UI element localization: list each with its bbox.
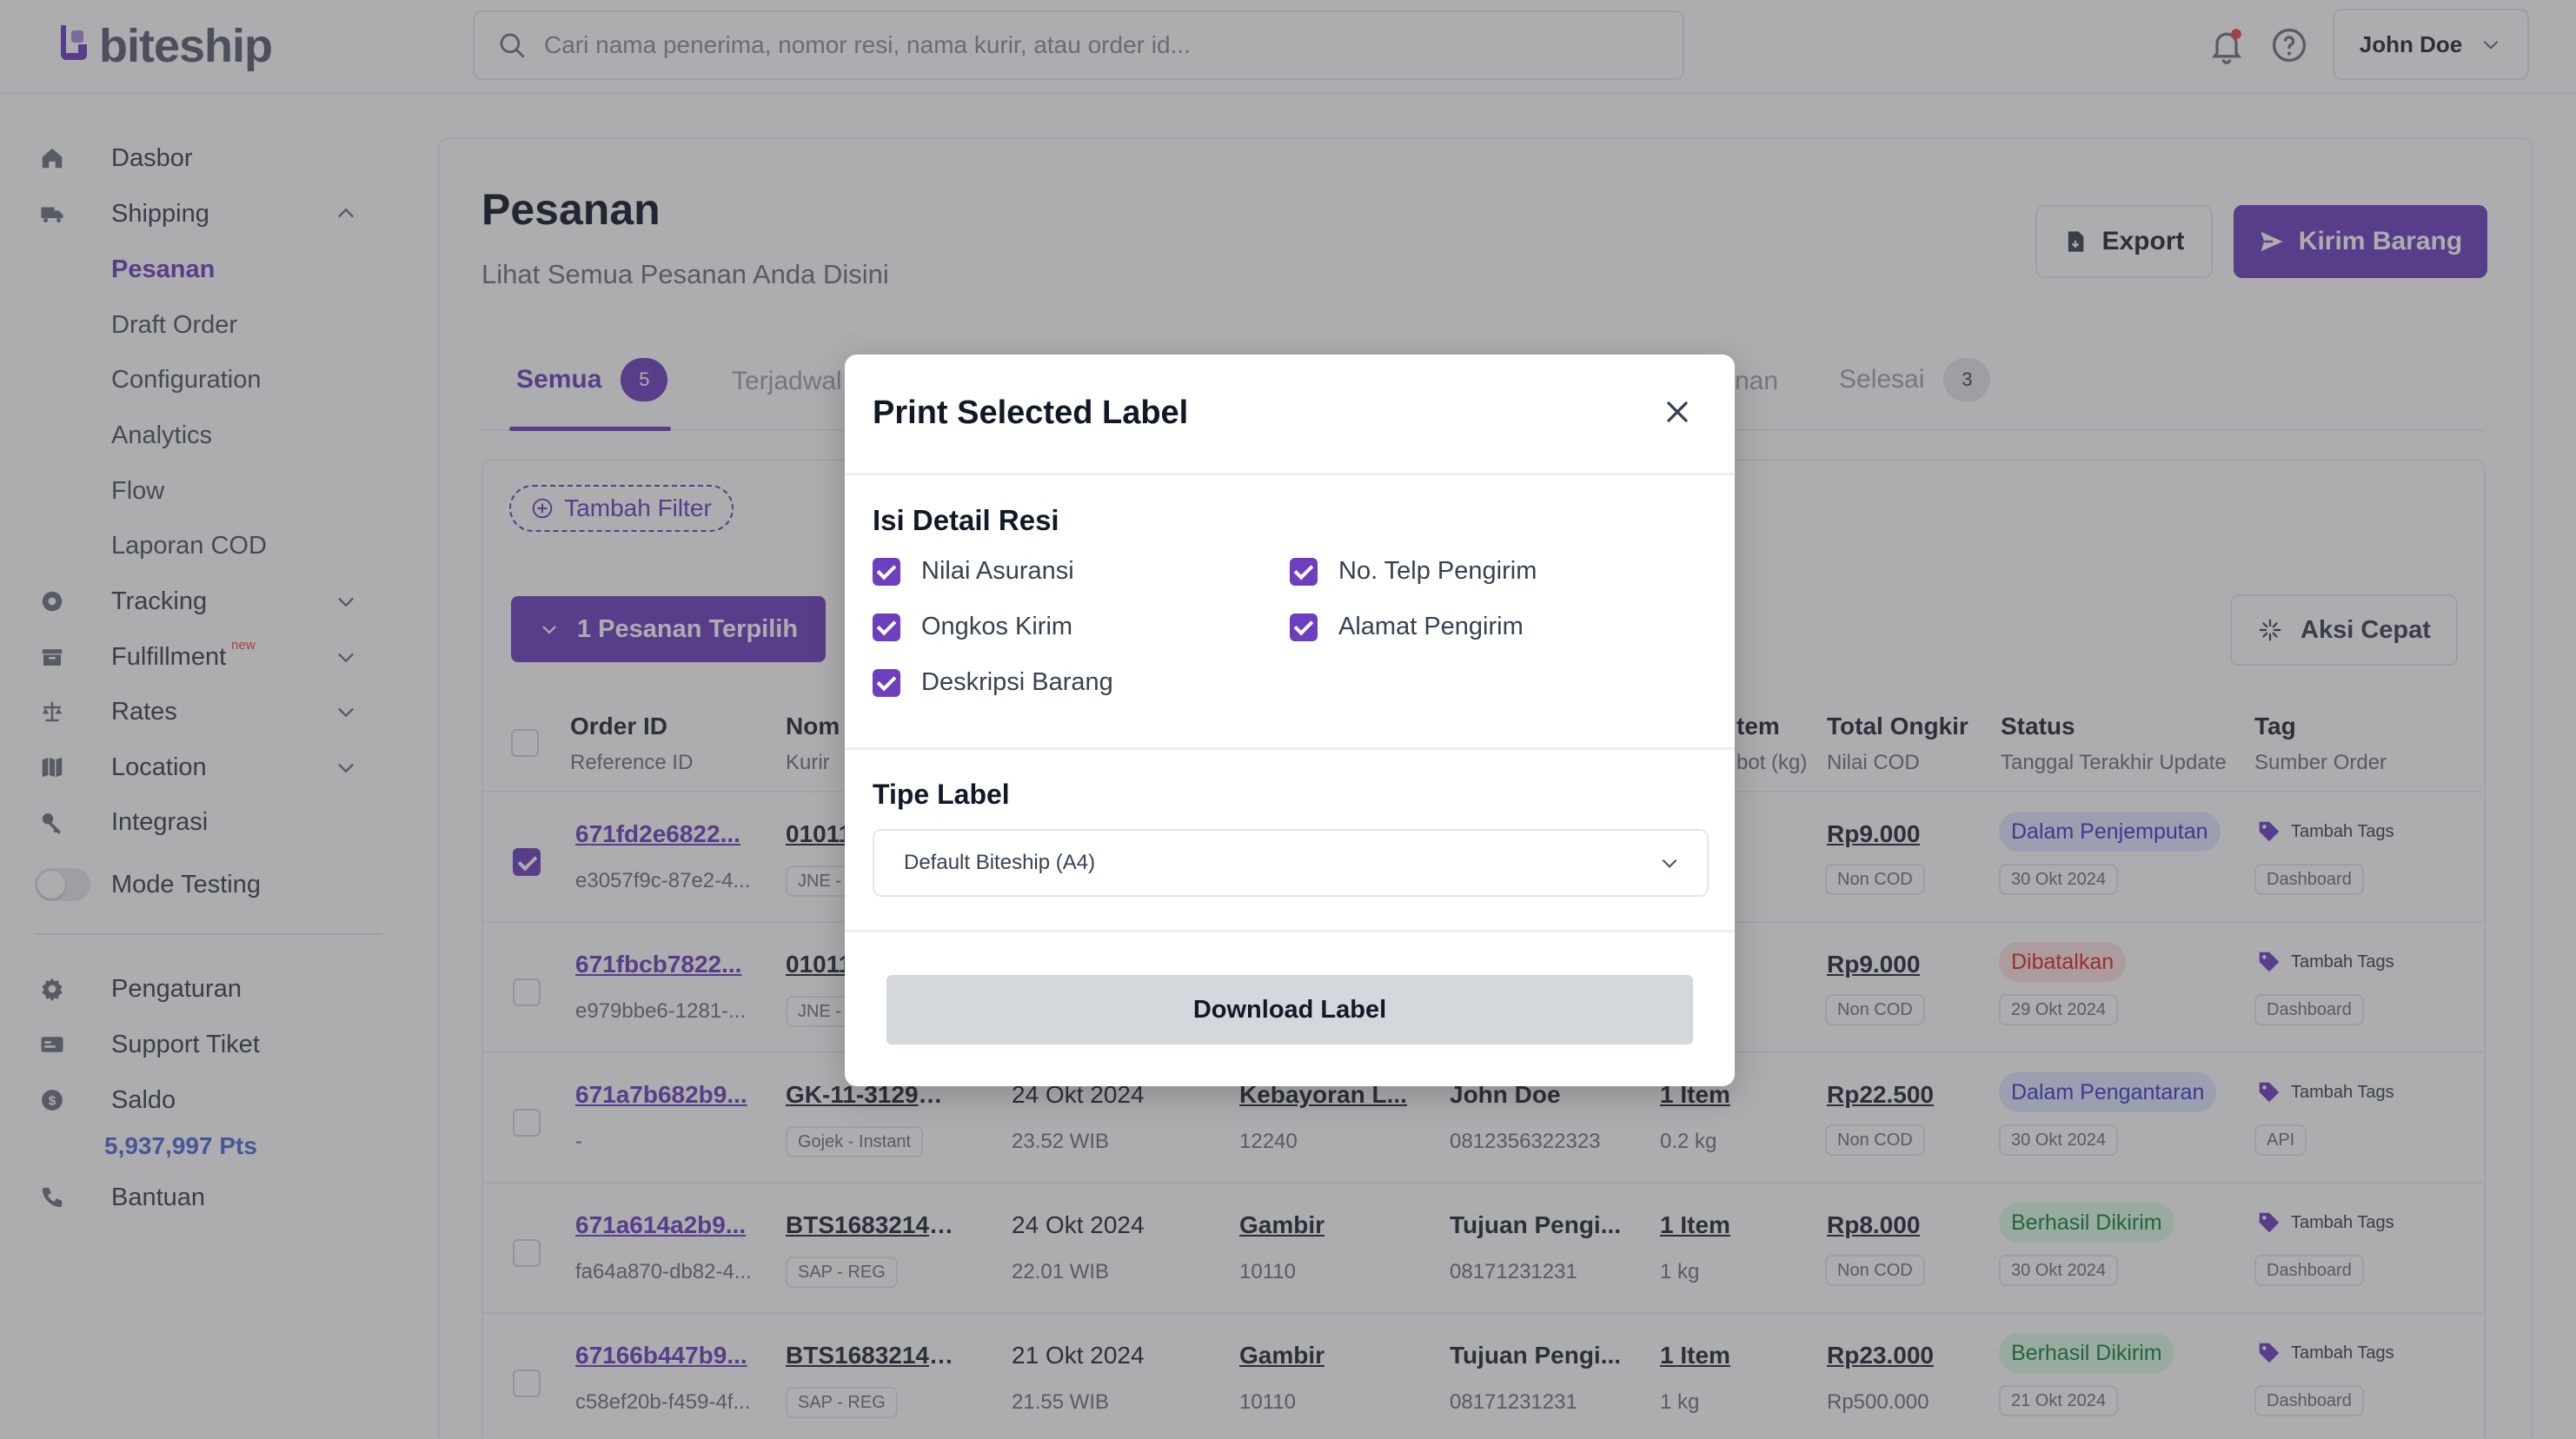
option-label: Deskripsi Barang: [921, 668, 1113, 696]
checkbox-checked[interactable]: [873, 613, 900, 641]
label-type-value: Default Biteship (A4): [904, 851, 1096, 874]
option-deskripsi-barang[interactable]: Deskripsi Barang: [873, 668, 1113, 697]
modal-divider: [845, 473, 1735, 475]
checkbox-checked[interactable]: [873, 668, 900, 697]
modal-divider: [845, 747, 1735, 750]
option-no-telp-pengirim[interactable]: No. Telp Pengirim: [1290, 557, 1537, 586]
section-isi-detail-resi: Isi Detail Resi: [873, 504, 1059, 536]
section-tipe-label: Tipe Label: [873, 779, 1010, 810]
option-label: Ongkos Kirim: [921, 613, 1073, 640]
option-label: Nilai Asuransi: [921, 557, 1074, 585]
checkbox-checked[interactable]: [1290, 613, 1318, 641]
option-label: No. Telp Pengirim: [1338, 557, 1537, 585]
chevron-down-icon: [1662, 859, 1677, 868]
label-type-select[interactable]: Default Biteship (A4): [873, 829, 1709, 897]
modal-title: Print Selected Label: [873, 395, 1189, 431]
modal-divider: [845, 930, 1735, 932]
option-label: Alamat Pengirim: [1338, 613, 1524, 640]
print-label-modal: Print Selected Label Isi Detail Resi Nil…: [845, 355, 1735, 1086]
checkbox-checked[interactable]: [1290, 557, 1318, 586]
option-alamat-pengirim[interactable]: Alamat Pengirim: [1290, 613, 1524, 641]
close-icon[interactable]: [1660, 395, 1695, 429]
option-ongkos-kirim[interactable]: Ongkos Kirim: [873, 613, 1072, 641]
option-nilai-asuransi[interactable]: Nilai Asuransi: [873, 557, 1074, 586]
checkbox-checked[interactable]: [873, 557, 900, 586]
app-root: biteship John Doe Dasbor Shipping Pesana…: [0, 0, 2576, 1439]
download-label-button[interactable]: Download Label: [886, 975, 1693, 1044]
